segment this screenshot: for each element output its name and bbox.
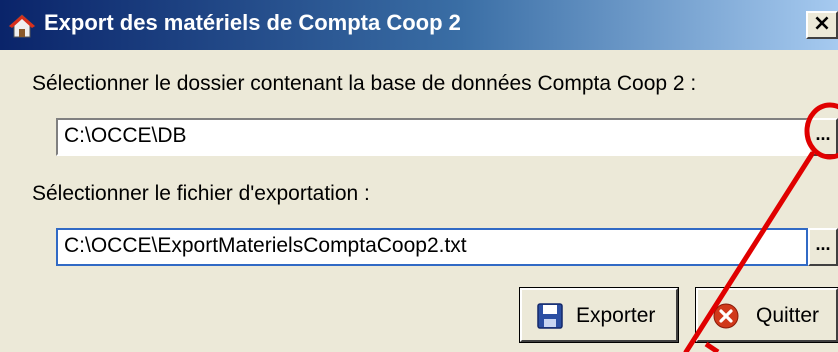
window-title: Export des matériels de Compta Coop 2 bbox=[44, 10, 461, 35]
floppy-disk-icon bbox=[537, 303, 563, 329]
cancel-icon bbox=[713, 303, 739, 329]
export-file-label: Sélectionner le fichier d'exportation : bbox=[32, 182, 370, 205]
quit-button-label: Quitter bbox=[756, 304, 820, 327]
export-file-input[interactable]: C:\OCCE\ExportMaterielsComptaCoop2.txt bbox=[56, 228, 808, 266]
database-folder-input[interactable]: C:\OCCE\DB bbox=[56, 118, 808, 156]
export-dialog: Export des matériels de Compta Coop 2 × … bbox=[0, 0, 838, 352]
title-bar[interactable]: Export des matériels de Compta Coop 2 × bbox=[0, 0, 838, 50]
export-button-label: Exporter bbox=[576, 304, 656, 327]
browse-database-button[interactable]: ... bbox=[808, 118, 838, 156]
close-button[interactable]: × bbox=[806, 11, 838, 39]
export-button[interactable]: Exporter bbox=[519, 287, 679, 343]
database-folder-label: Sélectionner le dossier contenant la bas… bbox=[32, 72, 697, 95]
home-icon bbox=[8, 14, 36, 38]
quit-button[interactable]: Quitter bbox=[695, 287, 838, 343]
browse-export-file-button[interactable]: ... bbox=[808, 228, 838, 266]
